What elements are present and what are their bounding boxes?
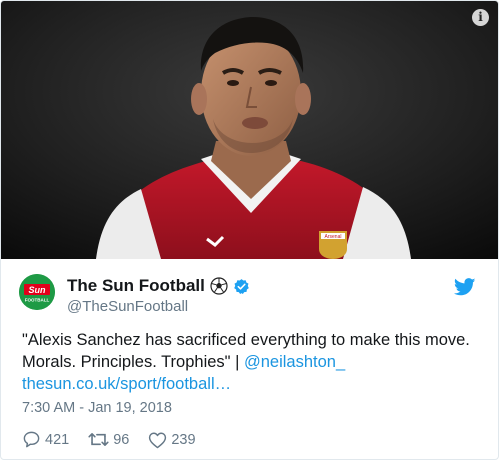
reply-button[interactable]: 421 (22, 430, 69, 449)
verified-badge-icon (234, 278, 249, 294)
player-photo-illustration: Arsenal (1, 1, 498, 259)
retweet-count: 96 (113, 431, 130, 448)
embedded-tweet-card: Arsenal i Sun FOOTBALL The Sun Football (0, 0, 499, 460)
retweet-button[interactable]: 96 (88, 430, 129, 449)
name-row: The Sun Football (67, 276, 250, 296)
tweet-text-line-1: "Alexis Sanchez has sacrificed everythin… (22, 331, 470, 349)
crest-label: Arsenal (325, 234, 342, 240)
the-sun-logo: Sun FOOTBALL (19, 274, 55, 310)
tweet-text-line-2: Morals. Principles. Trophies" | @neilash… (22, 351, 482, 373)
tweet-text-line-2-prefix: Morals. Principles. Trophies" | (22, 353, 244, 371)
article-link[interactable]: thesun.co.uk/sport/football… (22, 375, 231, 393)
tweet-text: "Alexis Sanchez has sacrificed everythin… (22, 329, 482, 395)
retweet-icon (88, 433, 109, 446)
heart-icon (149, 432, 167, 448)
handle[interactable]: @TheSunFootball (67, 298, 188, 315)
svg-text:FOOTBALL: FOOTBALL (25, 298, 50, 303)
twitter-bird-icon[interactable] (454, 278, 476, 296)
tweet-photo[interactable]: Arsenal i (1, 1, 498, 259)
like-count: 239 (171, 431, 196, 448)
reply-icon (23, 431, 40, 448)
tweet-timestamp[interactable]: 7:30 AM - Jan 19, 2018 (22, 400, 172, 416)
svg-text:Sun: Sun (29, 285, 47, 295)
mention-link[interactable]: @neilashton_ (244, 353, 345, 371)
display-name[interactable]: The Sun Football (67, 276, 205, 296)
soccer-ball-icon (210, 277, 228, 295)
reply-count: 421 (45, 431, 70, 448)
info-icon[interactable]: i (472, 9, 489, 26)
tweet-actions: 421 96 239 (22, 430, 215, 449)
tweet-content: Sun FOOTBALL The Sun Football @TheSunFoo… (1, 259, 498, 459)
avatar[interactable]: Sun FOOTBALL (19, 274, 55, 310)
like-button[interactable]: 239 (148, 431, 196, 449)
